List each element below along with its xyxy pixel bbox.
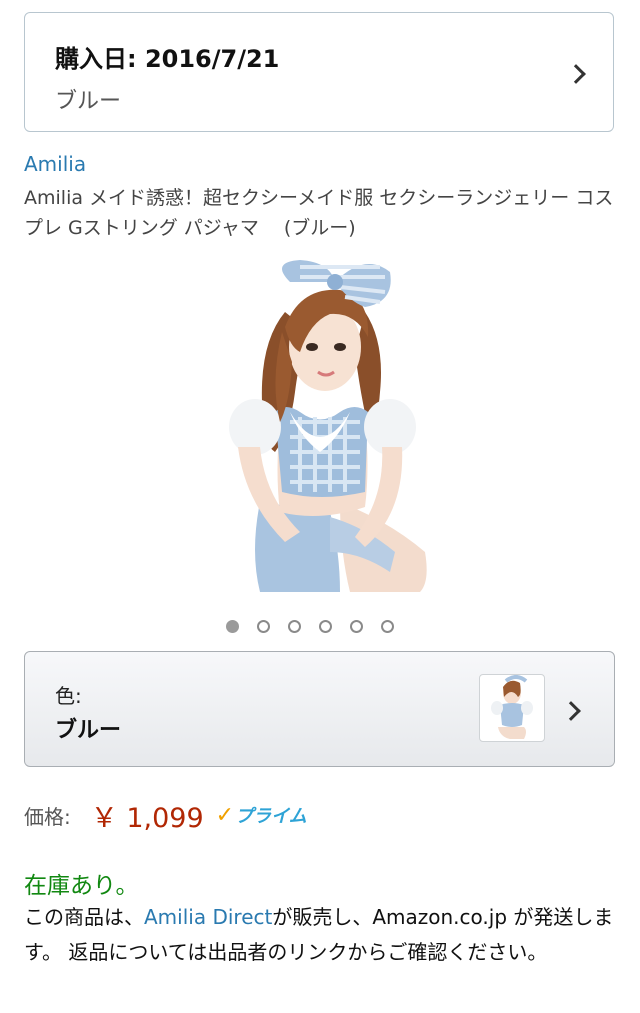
seller-prefix: この商品は、 (24, 905, 144, 929)
chevron-right-icon (566, 64, 586, 84)
purchase-variant: ブルー (55, 89, 122, 114)
color-label: 色: (55, 684, 82, 708)
availability-status: 在庫あり。 (24, 873, 139, 899)
carousel-dot-2[interactable] (257, 620, 270, 633)
carousel-dot-5[interactable] (350, 620, 363, 633)
brand-link[interactable]: Amilia (24, 152, 86, 176)
prime-check-icon: ✓ (215, 802, 235, 828)
carousel-dot-6[interactable] (381, 620, 394, 633)
color-swatch-thumbnail (479, 674, 545, 742)
product-title: Amilia メイド誘惑！超セクシーメイド服 セクシーランジェリー コスプレ G… (24, 187, 614, 239)
seller-link[interactable]: Amilia Direct (144, 905, 272, 929)
product-image[interactable] (190, 252, 450, 592)
color-selector[interactable]: 色: ブルー (24, 651, 615, 767)
product-detail-page: 購入日: 2016/7/21 ブルー Amilia Amilia メイド誘惑！超… (0, 0, 640, 1013)
carousel-dot-4[interactable] (319, 620, 332, 633)
prime-text: プライム (235, 806, 307, 827)
price-label: 価格: (24, 804, 71, 829)
chevron-right-icon (561, 701, 581, 721)
image-carousel-dots (226, 620, 394, 636)
price-value: ￥ 1,099 (90, 802, 204, 834)
purchase-date: 購入日: 2016/7/21 (55, 45, 280, 73)
purchase-history-card[interactable]: 購入日: 2016/7/21 ブルー (24, 12, 614, 132)
seller-info: この商品は、Amilia Directが販売し、Amazon.co.jp が発送… (24, 900, 620, 970)
price-row: 価格: ￥ 1,099 ✓ プライム (24, 798, 307, 834)
color-value: ブルー (55, 718, 122, 743)
carousel-dot-3[interactable] (288, 620, 301, 633)
carousel-dot-1[interactable] (226, 620, 239, 633)
prime-badge: ✓ プライム (216, 802, 307, 828)
